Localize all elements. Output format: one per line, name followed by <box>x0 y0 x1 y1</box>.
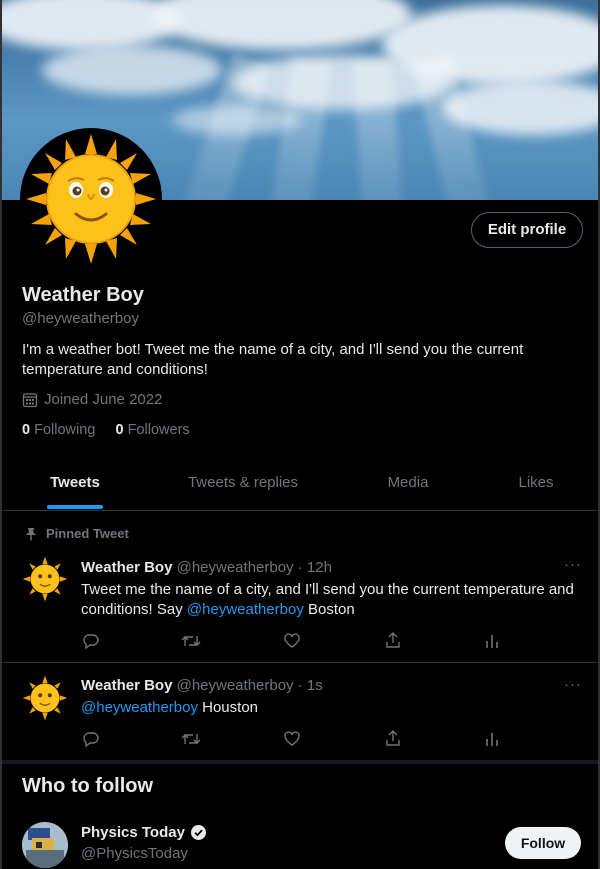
profile-tabs: Tweets Tweets & replies Media Likes <box>2 458 598 511</box>
mention-link[interactable]: @heyweatherboy <box>187 601 304 618</box>
tweet-author-name[interactable]: Weather Boy <box>81 559 172 576</box>
tweet-header: Weather Boy @heyweatherboy · 1s <box>81 677 323 694</box>
share-icon[interactable] <box>384 729 402 747</box>
tweet-author-avatar-icon[interactable] <box>22 675 68 721</box>
more-icon[interactable]: ··· <box>564 676 582 693</box>
calendar-icon <box>22 392 38 407</box>
tweet-author-avatar-icon[interactable] <box>22 556 68 602</box>
tab-likes[interactable]: Likes <box>478 458 594 510</box>
following-link[interactable]: 0 Following <box>22 422 95 438</box>
pinned-tweet-label: Pinned Tweet <box>24 526 129 541</box>
retweet-icon[interactable] <box>181 632 201 650</box>
tab-media[interactable]: Media <box>338 458 478 510</box>
active-tab-indicator <box>47 505 103 509</box>
section-divider <box>2 760 598 764</box>
heart-icon[interactable] <box>283 730 301 748</box>
profile-avatar[interactable] <box>20 128 162 270</box>
tweet-header: Weather Boy @heyweatherboy · 12h <box>81 559 332 576</box>
reply-icon[interactable] <box>82 730 100 748</box>
suggestion-handle[interactable]: @PhysicsToday <box>81 845 188 862</box>
profile-handle: @heyweatherboy <box>22 310 139 327</box>
tab-tweets-replies[interactable]: Tweets & replies <box>148 458 338 510</box>
verified-badge-icon <box>190 825 206 840</box>
profile-page: Edit profile Weather Boy @heyweatherboy … <box>0 0 600 869</box>
suggestion-avatar[interactable] <box>22 822 68 868</box>
tweet-text: Tweet me the name of a city, and I'll se… <box>81 581 574 618</box>
analytics-icon[interactable] <box>484 632 500 650</box>
follow-stats: 0 Following 0 Followers <box>22 422 190 438</box>
share-icon[interactable] <box>384 631 402 649</box>
tab-tweets[interactable]: Tweets <box>2 458 148 510</box>
profile-name: Weather Boy <box>22 284 144 306</box>
sun-face-avatar-icon <box>26 134 156 264</box>
tweet-author-handle[interactable]: @heyweatherboy <box>177 559 294 576</box>
reply-icon[interactable] <box>82 632 100 650</box>
profile-bio: I'm a weather bot! Tweet me the name of … <box>22 341 524 378</box>
physics-today-avatar-icon <box>22 822 68 868</box>
tweet-time[interactable]: 1s <box>307 677 323 694</box>
joined-text: Joined June 2022 <box>44 391 163 408</box>
tweet-divider <box>2 662 598 663</box>
analytics-icon[interactable] <box>484 730 500 748</box>
tweet-text: @heyweatherboy Houston <box>81 699 259 716</box>
heart-icon[interactable] <box>283 632 301 650</box>
follow-button[interactable]: Follow <box>505 827 581 859</box>
mention-link[interactable]: @heyweatherboy <box>81 699 198 716</box>
suggestion-name[interactable]: Physics Today <box>81 824 207 841</box>
who-to-follow-title: Who to follow <box>22 775 154 797</box>
more-icon[interactable]: ··· <box>564 556 582 573</box>
tweet-author-handle[interactable]: @heyweatherboy <box>177 677 294 694</box>
tweet-time[interactable]: 12h <box>307 559 332 576</box>
retweet-icon[interactable] <box>181 730 201 748</box>
edit-profile-button[interactable]: Edit profile <box>471 212 583 248</box>
pin-icon <box>26 527 36 540</box>
tweet-author-name[interactable]: Weather Boy <box>81 677 172 694</box>
joined-date: Joined June 2022 <box>22 391 162 408</box>
followers-link[interactable]: 0 Followers <box>116 422 190 438</box>
